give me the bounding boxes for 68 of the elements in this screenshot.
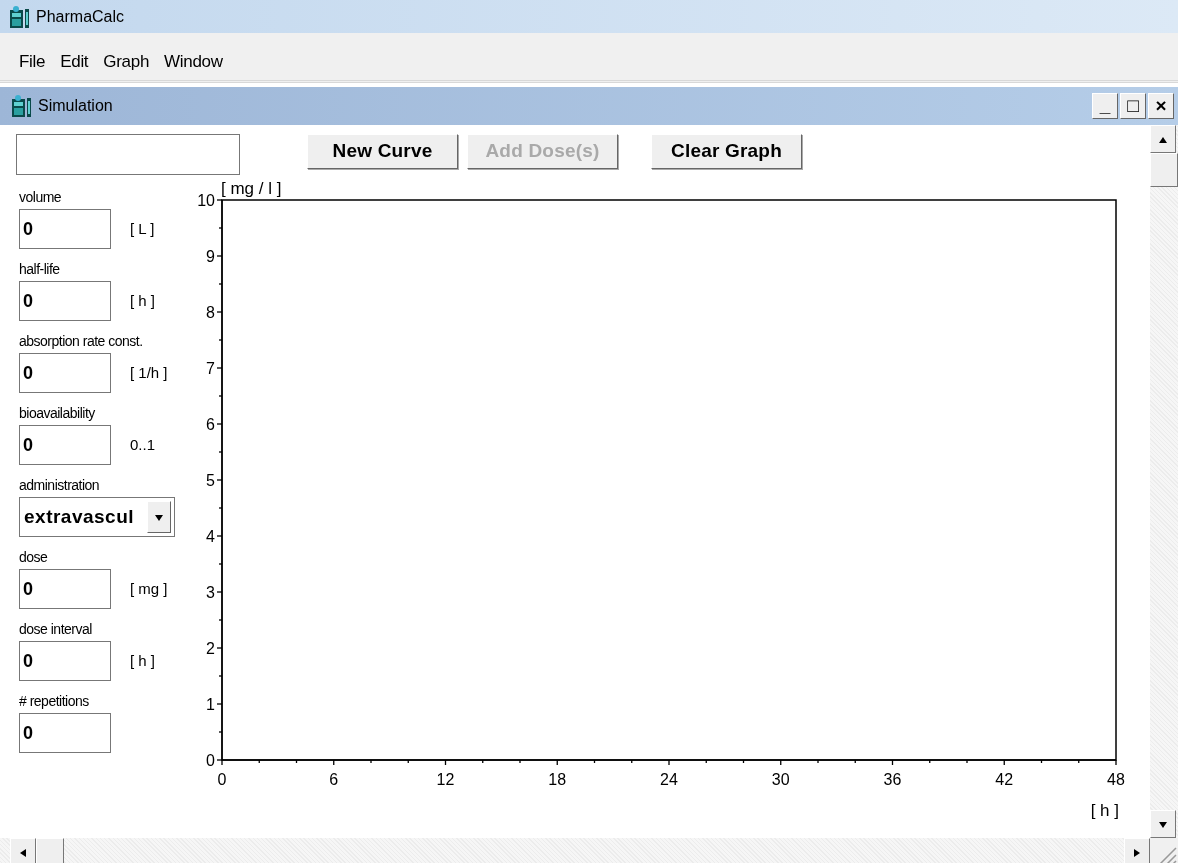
unit-label: 0..1: [130, 434, 156, 455]
field-label: administration: [19, 476, 100, 495]
scroll-thumb[interactable]: [1150, 153, 1178, 187]
up-arrow-icon: [1158, 135, 1168, 146]
field-label: absorption rate const.: [19, 332, 143, 351]
x-tick-label: 42: [995, 771, 1014, 788]
y-tick-label: 1: [206, 696, 215, 713]
x-tick-label: 0: [217, 771, 227, 788]
unit-label: [ h ]: [130, 290, 155, 311]
scroll-thumb[interactable]: [36, 838, 64, 863]
action-button[interactable]: New Curve: [307, 134, 458, 169]
field-label: dose: [19, 548, 48, 567]
field-label: half-life: [19, 260, 60, 279]
y-tick-label: 6: [206, 416, 215, 433]
unit-label: [ L ]: [130, 218, 155, 239]
y-tick-label: 2: [206, 640, 215, 657]
number-field[interactable]: 0: [19, 569, 111, 609]
y-tick-label: 4: [206, 528, 215, 545]
y-tick-label: 8: [206, 304, 215, 321]
x-tick-label: 12: [436, 771, 455, 788]
y-tick-label: 7: [206, 360, 215, 377]
scroll-right-button[interactable]: [1124, 838, 1150, 863]
y-axis-label: [ mg / l ]: [221, 179, 282, 198]
number-field[interactable]: 0: [19, 209, 111, 249]
menu-item[interactable]: Edit: [53, 49, 97, 75]
scroll-up-button[interactable]: [1150, 125, 1176, 153]
x-tick-label: 48: [1107, 771, 1125, 788]
dropdown[interactable]: extravascul: [19, 497, 175, 537]
scroll-left-button[interactable]: [10, 838, 36, 863]
dropdown-button[interactable]: [147, 501, 171, 533]
menu-item[interactable]: Window: [157, 49, 231, 75]
maximize-button[interactable]: □: [1120, 93, 1146, 119]
y-tick-label: 0: [206, 752, 215, 769]
x-tick-label: 24: [660, 771, 678, 788]
field-label: # repetitions: [19, 692, 89, 711]
number-field[interactable]: 0: [19, 353, 111, 393]
app-icon: [10, 5, 30, 28]
minimize-button[interactable]: _: [1092, 93, 1118, 119]
y-tick-label: 10: [197, 192, 215, 209]
number-field[interactable]: 0: [19, 281, 111, 321]
name-field[interactable]: [16, 134, 240, 175]
number-field[interactable]: 0: [19, 713, 111, 753]
menu-item[interactable]: File: [12, 49, 54, 75]
window-title: Simulation: [38, 96, 113, 116]
number-field[interactable]: 0: [19, 641, 111, 681]
app-title: PharmaCalc: [36, 6, 125, 27]
unit-label: [ mg ]: [130, 578, 168, 599]
x-tick-label: 18: [548, 771, 567, 788]
field-label: bioavailability: [19, 404, 95, 423]
app-icon: [12, 95, 32, 117]
field-label: volume: [19, 188, 62, 207]
unit-label: [ 1/h ]: [130, 362, 168, 383]
x-tick-label: 30: [771, 771, 790, 788]
action-button[interactable]: Clear Graph: [651, 134, 802, 169]
x-tick-label: 36: [883, 771, 902, 788]
menu-item[interactable]: Graph: [96, 49, 158, 75]
y-tick-label: 9: [206, 248, 215, 265]
field-label: dose interval: [19, 620, 92, 639]
x-axis-label: [ h ]: [1090, 801, 1119, 820]
x-tick-label: 6: [329, 771, 339, 788]
close-button[interactable]: ×: [1148, 93, 1174, 119]
number-field[interactable]: 0: [19, 425, 111, 465]
right-arrow-icon: [1132, 848, 1142, 859]
scroll-down-button[interactable]: [1150, 810, 1176, 838]
unit-label: [ h ]: [130, 650, 155, 671]
left-arrow-icon: [18, 848, 28, 859]
y-tick-label: 5: [206, 472, 215, 489]
y-tick-label: 3: [206, 584, 215, 601]
